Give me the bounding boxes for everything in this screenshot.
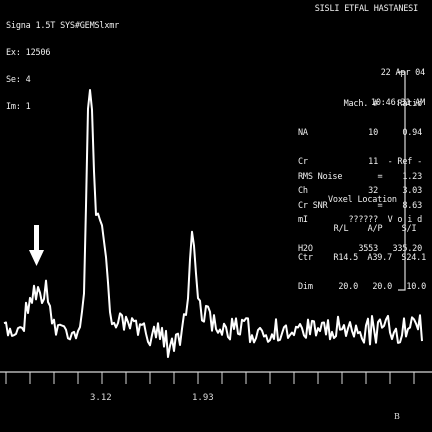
- tick-label: 3.12: [90, 393, 112, 403]
- mrs-spectrum-screen: Signa 1.5T SYS#GEMSlxmr Ex: 12506 Se: 4 …: [0, 0, 432, 432]
- spectrum-trace: [3, 89, 423, 358]
- tick-label: 1.93: [192, 393, 214, 403]
- panel-letter: B: [394, 412, 400, 421]
- scale-bracket: [398, 71, 406, 291]
- spectrum-plot: [0, 71, 432, 384]
- ppm-axis-ticks: [5, 372, 415, 384]
- arrow-marker-icon: [29, 225, 44, 266]
